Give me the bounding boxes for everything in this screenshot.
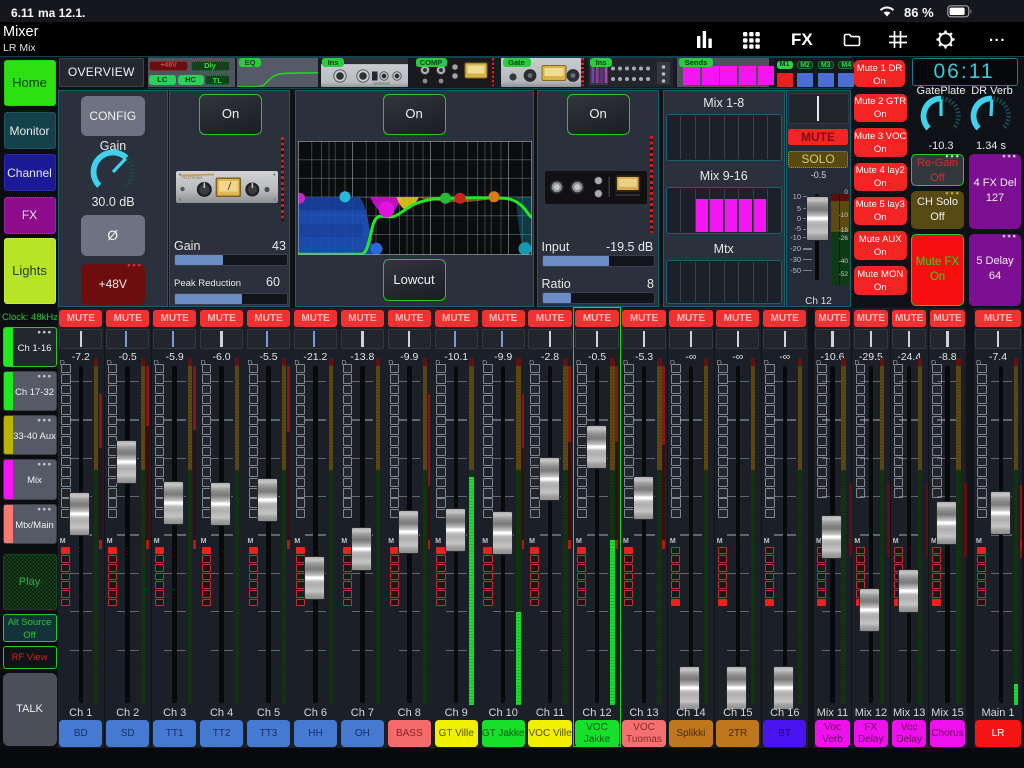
svg-text:solidstate: solidstate xyxy=(373,80,391,85)
svg-text:TELETRONIX: TELETRONIX xyxy=(182,176,203,180)
